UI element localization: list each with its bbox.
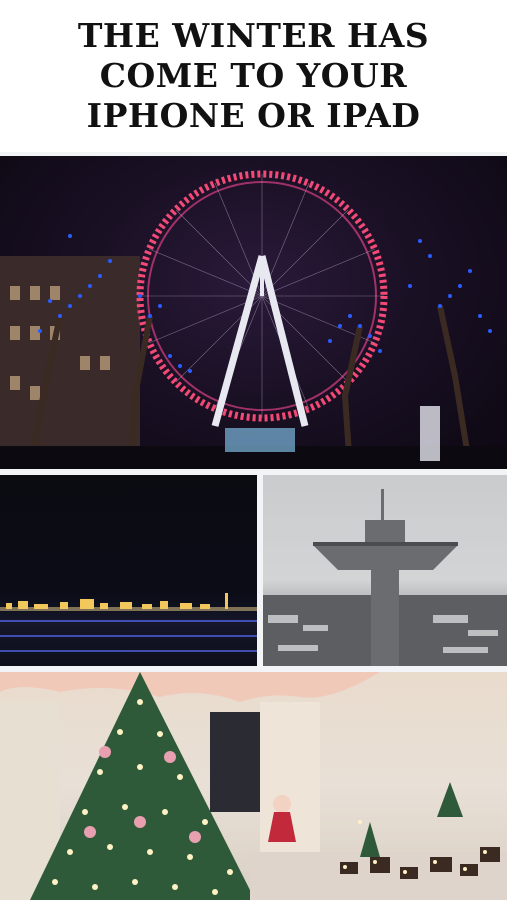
- london-eye-photo: [0, 156, 507, 469]
- headline-line-3: IPHONE OR IPAD: [86, 96, 421, 135]
- headline-line-1: THE WINTER HAS: [77, 16, 430, 55]
- city-skyline-photo: [0, 475, 257, 666]
- headline: THE WINTER HAS COME TO YOUR IPHONE OR IP…: [0, 0, 507, 152]
- headline-line-2: COME TO YOUR: [99, 56, 408, 95]
- christmas-room-photo: [0, 672, 507, 900]
- city-skyline-illustration: [0, 593, 257, 652]
- london-eye-illustration: [0, 170, 507, 469]
- observation-tower-photo: [263, 475, 507, 666]
- christmas-room-illustration: [0, 672, 507, 900]
- tower-illustration: [263, 489, 507, 666]
